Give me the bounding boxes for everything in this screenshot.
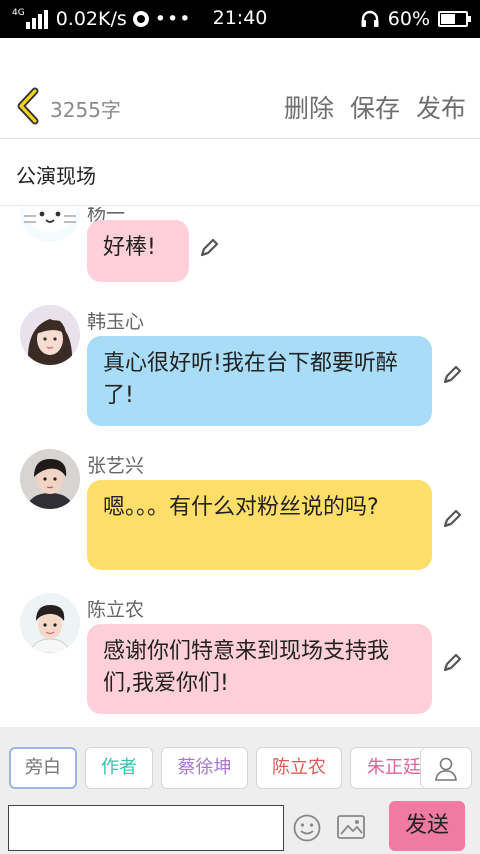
pencil-icon[interactable] bbox=[441, 364, 463, 386]
emoji-icon[interactable] bbox=[292, 813, 322, 843]
young-man-avatar[interactable] bbox=[20, 593, 80, 653]
person-icon bbox=[435, 757, 457, 781]
speaker-name: 张艺兴 bbox=[87, 455, 145, 477]
character-chip-narration[interactable]: 旁白 bbox=[9, 747, 77, 789]
status-bar: 4G 0.02K/s ••• 21:40 60% bbox=[0, 0, 480, 38]
character-selector[interactable]: 旁白 作者 蔡徐坤 陈立农 朱正廷 bbox=[0, 747, 480, 791]
network-type: 4G bbox=[12, 8, 25, 18]
character-chip-author[interactable]: 作者 bbox=[85, 747, 153, 789]
message-bubble[interactable]: 好棒! bbox=[87, 220, 189, 282]
battery-fill bbox=[441, 14, 456, 24]
network-speed: 0.02K/s bbox=[55, 8, 127, 30]
header-actions: 删除 保存 发布 bbox=[284, 89, 466, 125]
dialogue-list[interactable]: 杨一 好棒! 韩玉心 真心很好听!我在台下都要听醉了! 张艺兴 嗯。。。有什么对… bbox=[0, 207, 480, 727]
editor-toolbar: 3255字 删除 保存 发布 bbox=[0, 38, 480, 139]
message-input[interactable] bbox=[8, 805, 284, 851]
send-button[interactable]: 发送 bbox=[389, 801, 465, 851]
word-count: 3255字 bbox=[50, 98, 121, 122]
headphones-icon bbox=[361, 10, 379, 27]
back-chevron-icon[interactable] bbox=[12, 86, 42, 126]
pencil-icon[interactable] bbox=[441, 652, 463, 674]
publish-button[interactable]: 发布 bbox=[416, 89, 466, 125]
image-icon[interactable] bbox=[336, 813, 366, 841]
battery-icon bbox=[438, 11, 471, 27]
status-right: 60% bbox=[360, 8, 471, 30]
boy-avatar[interactable] bbox=[20, 449, 80, 509]
message-text: 真心很好听!我在台下都要听醉了! bbox=[103, 351, 398, 408]
character-chip[interactable]: 陈立农 bbox=[256, 747, 342, 789]
pencil-icon[interactable] bbox=[198, 237, 220, 259]
cat-avatar[interactable] bbox=[20, 207, 80, 242]
character-manager-button[interactable] bbox=[420, 747, 472, 789]
pencil-icon[interactable] bbox=[441, 508, 463, 530]
speaker-name: 陈立农 bbox=[87, 599, 145, 621]
battery-percent: 60% bbox=[387, 8, 430, 30]
message-text: 好棒! bbox=[103, 235, 156, 260]
speaker-name: 韩玉心 bbox=[87, 311, 145, 333]
signal-icon bbox=[25, 9, 48, 29]
girl-avatar[interactable] bbox=[20, 305, 80, 365]
message-text: 感谢你们特意来到现场支持我们,我爱你们! bbox=[103, 639, 390, 696]
message-bubble[interactable]: 嗯。。。有什么对粉丝说的吗? bbox=[87, 480, 432, 570]
input-dock: 旁白 作者 蔡徐坤 陈立农 朱正廷 发送 bbox=[0, 727, 480, 854]
more-notifications-icon: ••• bbox=[154, 8, 192, 30]
message-bubble[interactable]: 真心很好听!我在台下都要听醉了! bbox=[87, 336, 432, 426]
message-bubble[interactable]: 感谢你们特意来到现场支持我们,我爱你们! bbox=[87, 624, 432, 714]
delete-button[interactable]: 删除 bbox=[284, 89, 334, 125]
music-disc-icon bbox=[132, 11, 149, 27]
scene-title[interactable]: 公演现场 bbox=[0, 140, 480, 206]
message-text: 嗯。。。有什么对粉丝说的吗? bbox=[103, 495, 379, 520]
save-button[interactable]: 保存 bbox=[350, 89, 400, 125]
character-chip[interactable]: 蔡徐坤 bbox=[161, 747, 248, 789]
